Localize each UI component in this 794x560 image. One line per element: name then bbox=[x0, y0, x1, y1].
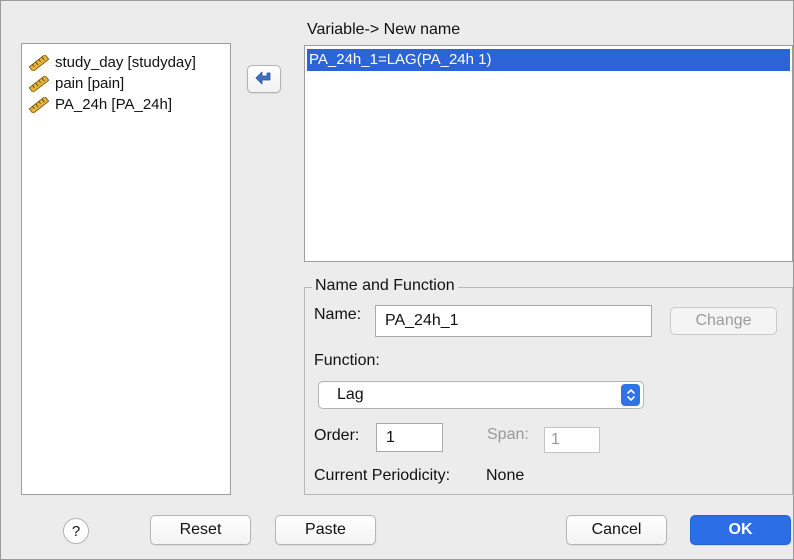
new-name-list[interactable]: PA_24h_1=LAG(PA_24h 1) bbox=[304, 45, 793, 262]
chevron-updown-icon bbox=[621, 384, 640, 406]
variable-label: PA_24h [PA_24h] bbox=[55, 96, 173, 113]
name-field[interactable]: PA_24h_1 bbox=[375, 305, 652, 337]
list-item[interactable]: PA_24h_1=LAG(PA_24h 1) bbox=[307, 49, 790, 71]
span-field[interactable]: 1 bbox=[544, 427, 600, 453]
span-label: Span: bbox=[487, 426, 529, 443]
variable-item[interactable]: PA_24h [PA_24h] bbox=[22, 94, 230, 115]
variable-label: pain [pain] bbox=[55, 75, 125, 92]
variable-item[interactable]: pain [pain] bbox=[22, 73, 230, 94]
ruler-icon bbox=[29, 54, 49, 71]
change-button[interactable]: Change bbox=[670, 307, 777, 335]
ok-button[interactable]: OK bbox=[690, 515, 791, 545]
variable-label: study_day [studyday] bbox=[55, 54, 196, 71]
source-variable-list[interactable]: study_day [studyday] pain [pain] PA_24h … bbox=[21, 43, 231, 495]
periodicity-label: Current Periodicity: bbox=[314, 467, 451, 484]
ruler-icon bbox=[29, 96, 49, 113]
function-label: Function: bbox=[314, 352, 380, 369]
ruler-icon bbox=[29, 75, 49, 92]
cancel-button[interactable]: Cancel bbox=[566, 515, 667, 545]
name-label: Name: bbox=[314, 306, 362, 323]
group-title: Name and Function bbox=[312, 277, 458, 295]
order-field[interactable]: 1 bbox=[376, 423, 443, 452]
function-select[interactable]: Lag bbox=[318, 381, 644, 409]
dialog-window: study_day [studyday] pain [pain] PA_24h … bbox=[0, 0, 794, 560]
periodicity-value: None bbox=[486, 467, 525, 484]
variable-item[interactable]: study_day [studyday] bbox=[22, 52, 230, 73]
reset-button[interactable]: Reset bbox=[150, 515, 251, 545]
function-select-value: Lag bbox=[337, 386, 364, 403]
help-button[interactable]: ? bbox=[63, 518, 89, 544]
target-list-heading: Variable-> New name bbox=[307, 21, 461, 38]
order-label: Order: bbox=[314, 427, 360, 444]
move-variable-button[interactable] bbox=[247, 65, 281, 93]
arrow-left-icon bbox=[255, 71, 271, 85]
paste-button[interactable]: Paste bbox=[275, 515, 376, 545]
